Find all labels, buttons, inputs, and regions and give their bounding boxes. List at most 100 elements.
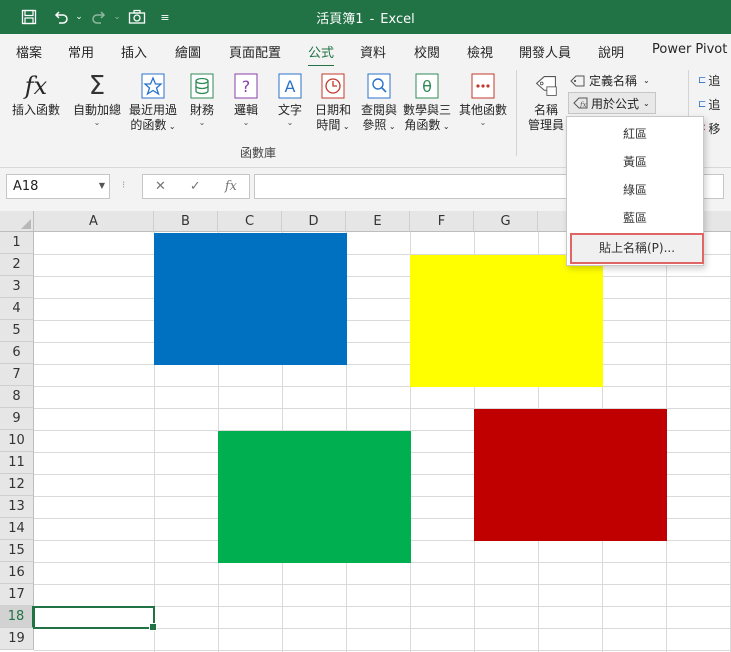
sigma-icon: Σ [88, 70, 106, 101]
enter-icon[interactable]: ✓ [190, 179, 201, 194]
menu-item-green-area[interactable]: 綠區 [567, 181, 703, 198]
row-header[interactable]: 3 [0, 276, 34, 298]
name-box-value: A18 [13, 179, 39, 194]
define-name-button[interactable]: 定義名稱 ⌄ [570, 72, 650, 89]
tab-power-pivot[interactable]: Power Pivot [652, 42, 727, 57]
row-header[interactable]: 16 [0, 562, 34, 584]
menu-item-yellow-area[interactable]: 黃區 [567, 153, 703, 170]
row-header[interactable]: 14 [0, 518, 34, 540]
recently-used-button[interactable]: 最近用過 的函數 ⌄ [126, 72, 180, 134]
paste-names-menu-item[interactable]: 貼上名稱(P)... [570, 233, 704, 264]
logical-button[interactable]: ? 邏輯 ⌄ [228, 72, 264, 128]
red-rectangle[interactable] [474, 409, 667, 541]
trace-precedents-button[interactable]: ⊏ 追 [698, 72, 720, 89]
column-header-g[interactable]: G [474, 211, 538, 232]
tab-help[interactable]: 說明 [598, 42, 624, 61]
insert-function-button[interactable]: fx 插入函數 [8, 72, 64, 118]
worksheet-grid[interactable]: A B C D E F G 1 2 3 4 5 6 7 8 9 10 11 12… [0, 211, 731, 652]
column-header-e[interactable]: E [346, 211, 410, 232]
menu-item-blue-area[interactable]: 藍區 [567, 209, 703, 226]
column-header-c[interactable]: C [218, 211, 282, 232]
fx-icon[interactable]: fx [225, 179, 237, 194]
use-in-formula-label: 用於公式 [591, 96, 640, 111]
search-icon [367, 72, 391, 100]
name-box[interactable]: A18 ▼ [6, 174, 110, 199]
autosum-button[interactable]: Σ 自動加總 ⌄ [70, 72, 124, 128]
row-header[interactable]: 1 [0, 232, 34, 254]
chevron-down-icon: ⌄ [198, 118, 206, 127]
gridline [34, 320, 731, 321]
use-in-formula-menu: 紅區 黃區 綠區 藍區 貼上名稱(P)... [566, 116, 704, 266]
chevron-down-icon[interactable]: ▼ [99, 181, 105, 190]
menu-item-red-area[interactable]: 紅區 [567, 125, 703, 142]
svg-text:A: A [285, 77, 296, 96]
column-header-d[interactable]: D [282, 211, 346, 232]
gridline [34, 364, 731, 365]
tab-developer[interactable]: 開發人員 [519, 42, 571, 61]
column-header-f[interactable]: F [410, 211, 474, 232]
gridline [34, 298, 731, 299]
chevron-down-icon: ⌄ [93, 118, 101, 127]
tab-home[interactable]: 常用 [68, 42, 94, 61]
select-all-button[interactable] [0, 211, 34, 232]
tab-view[interactable]: 檢視 [467, 42, 493, 61]
recently-used-label: 最近用過 [128, 103, 177, 117]
column-header-a[interactable]: A [34, 211, 154, 232]
trace-dependents-button[interactable]: ⊏ 追 [698, 96, 720, 113]
row-header[interactable]: 12 [0, 474, 34, 496]
row-header[interactable]: 5 [0, 320, 34, 342]
row-header[interactable]: 11 [0, 452, 34, 474]
tab-page-layout[interactable]: 頁面配置 [229, 42, 281, 61]
gridline [34, 584, 731, 585]
math-trig-label2: 角函數 [404, 118, 441, 132]
date-time-button[interactable]: 日期和 時間 ⌄ [312, 72, 354, 134]
svg-text:fx: fx [579, 101, 587, 109]
more-icon [471, 72, 495, 100]
row-header[interactable]: 8 [0, 386, 34, 408]
row-header[interactable]: 17 [0, 584, 34, 606]
chevron-down-icon: ⌄ [242, 118, 250, 127]
grip-icon: ⁝ [122, 180, 126, 191]
row-header[interactable]: 13 [0, 496, 34, 518]
tab-data[interactable]: 資料 [360, 42, 386, 61]
text-icon: A [278, 72, 302, 100]
tab-formulas[interactable]: 公式 [308, 42, 335, 68]
tab-draw[interactable]: 繪圖 [175, 42, 201, 61]
blue-rectangle[interactable] [154, 233, 347, 365]
clock-icon [321, 72, 345, 100]
row-header-selected[interactable]: 18 [0, 606, 34, 628]
row-header[interactable]: 9 [0, 408, 34, 430]
use-in-formula-button[interactable]: fx 用於公式 ⌄ [568, 92, 656, 114]
row-header[interactable]: 19 [0, 628, 34, 650]
yellow-rectangle[interactable] [410, 255, 603, 387]
tab-insert[interactable]: 插入 [121, 42, 147, 61]
tab-file[interactable]: 檔案 [16, 42, 42, 61]
row-header[interactable]: 15 [0, 540, 34, 562]
column-header-b[interactable]: B [154, 211, 218, 232]
name-manager-button[interactable]: 名稱 管理員 [524, 72, 568, 133]
svg-text:?: ? [242, 77, 251, 96]
row-header[interactable]: 10 [0, 430, 34, 452]
name-manager-label2: 管理員 [527, 118, 564, 132]
ribbon-tabs: 檔案 常用 插入 繪圖 頁面配置 公式 資料 校閱 檢視 開發人員 說明 Pow… [0, 34, 731, 68]
more-functions-button[interactable]: 其他函數 ⌄ [456, 72, 510, 128]
trace-precedents-label: 追 [708, 74, 721, 88]
cancel-icon[interactable]: ✕ [155, 179, 166, 194]
financial-icon [190, 72, 214, 100]
row-header[interactable]: 4 [0, 298, 34, 320]
text-button[interactable]: A 文字 ⌄ [272, 72, 308, 128]
gridline [34, 276, 731, 277]
selected-cell[interactable] [33, 606, 157, 631]
lookup-reference-button[interactable]: 查閱與 參照 ⌄ [358, 72, 400, 134]
recently-used-label2: 的函數 [130, 118, 167, 132]
gridline [34, 650, 731, 651]
chevron-down-icon: ⌄ [643, 76, 650, 85]
row-header[interactable]: 2 [0, 254, 34, 276]
math-trig-button[interactable]: θ 數學與三 角函數 ⌄ [400, 72, 454, 134]
green-rectangle[interactable] [218, 431, 411, 563]
logical-icon: ? [234, 72, 258, 100]
tab-review[interactable]: 校閱 [414, 42, 440, 61]
row-header[interactable]: 6 [0, 342, 34, 364]
row-header[interactable]: 7 [0, 364, 34, 386]
financial-button[interactable]: 財務 ⌄ [184, 72, 220, 128]
